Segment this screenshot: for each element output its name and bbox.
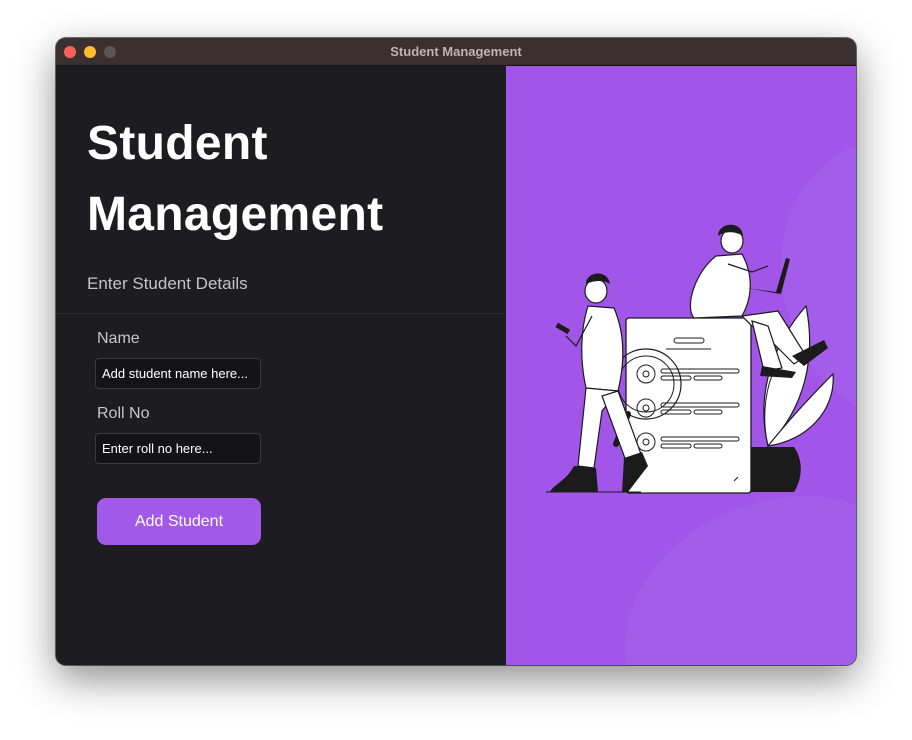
title-bar[interactable]: Student Management [56,38,856,66]
name-input[interactable] [95,358,261,389]
window-title: Student Management [390,44,522,59]
roll-no-label: Roll No [97,405,150,422]
name-label: Name [97,330,140,347]
page-title-line-1: Student [87,117,268,170]
page-title: Student Management [87,108,383,250]
illustration-panel [506,66,856,665]
roll-no-input[interactable] [95,433,261,464]
add-student-button[interactable]: Add Student [97,498,261,545]
page-subtitle: Enter Student Details [87,274,248,293]
app-window: Student Management Student Management En… [56,38,856,665]
students-illustration [546,146,856,665]
page-title-line-2: Management [87,188,384,241]
form-panel: Student Management Enter Student Details… [56,66,506,665]
section-divider [56,313,506,314]
